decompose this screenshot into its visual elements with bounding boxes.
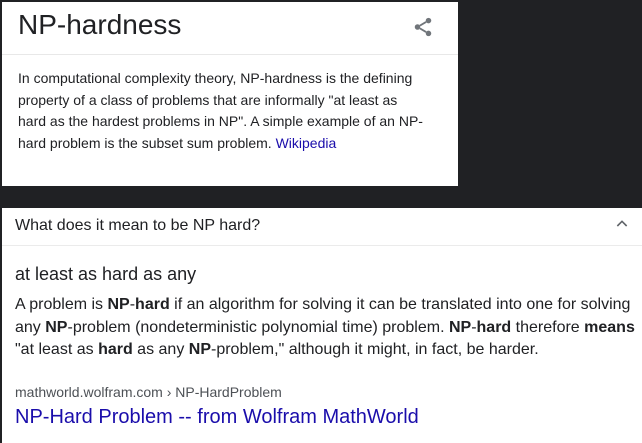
snippet-bold: NP [45, 318, 68, 336]
related-question[interactable]: What does it mean to be NP hard? [15, 216, 260, 236]
knowledge-panel-description-text: In computational complexity theory, NP-h… [18, 70, 423, 151]
share-icon[interactable] [412, 16, 434, 38]
snippet-text: therefore [511, 318, 585, 336]
result-title-link[interactable]: NP-Hard Problem -- from Wolfram MathWorl… [15, 405, 419, 429]
snippet-text: A problem is [15, 296, 108, 313]
knowledge-panel-header: NP-hardness [2, 2, 458, 55]
snippet-text: -problem (nondeterministic polynomial ti… [67, 318, 449, 336]
answer-snippet: A problem is NP-hard if an algorithm for… [15, 294, 640, 362]
snippet-text: -problem," although it might, in fact, b… [211, 341, 539, 358]
answer-heading: at least as hard as any [15, 264, 197, 284]
result-breadcrumb: mathworld.wolfram.com › NP-HardProblem [15, 384, 282, 400]
chevron-up-icon[interactable] [614, 216, 630, 232]
knowledge-panel-title: NP-hardness [18, 9, 182, 40]
snippet-text: as any [132, 341, 189, 358]
knowledge-panel-description: In computational complexity theory, NP-h… [18, 68, 423, 154]
snippet-bold: NP [448, 318, 472, 336]
divider [2, 245, 642, 246]
snippet-bold: NP [188, 341, 211, 358]
wikipedia-link[interactable]: Wikipedia [276, 135, 337, 151]
snippet-bold: hard [98, 341, 133, 358]
snippet-bold: hard [135, 296, 170, 313]
snippet-text: "at least as [15, 341, 99, 358]
knowledge-panel: NP-hardness In computational complexity … [2, 2, 458, 186]
snippet-bold: hard [476, 318, 512, 336]
snippet-bold: NP [107, 296, 130, 313]
snippet-bold: means [584, 318, 635, 336]
related-question-panel: What does it mean to be NP hard? at leas… [2, 208, 642, 443]
